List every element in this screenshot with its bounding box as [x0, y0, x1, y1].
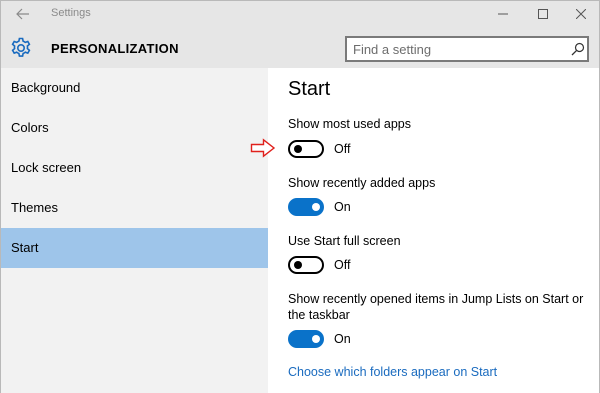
settings-window: Settings PERSONALIZATION Find a setting …: [0, 0, 600, 393]
toggle-knob: [312, 203, 320, 211]
choose-folders-link[interactable]: Choose which folders appear on Start: [288, 365, 497, 379]
toggle-state-jump-lists: On: [334, 332, 351, 346]
toggle-start-full-screen[interactable]: [288, 256, 324, 274]
minimize-icon: [498, 13, 508, 15]
maximize-button[interactable]: [529, 4, 557, 24]
maximize-icon: [538, 9, 548, 19]
toggle-recently-added-apps[interactable]: [288, 198, 324, 216]
setting-label-start-full-screen: Use Start full screen: [288, 234, 401, 248]
sidebar-item-colors[interactable]: Colors: [1, 108, 268, 148]
header-bar: PERSONALIZATION: [1, 27, 599, 68]
close-button[interactable]: [567, 4, 595, 24]
back-arrow-icon: [16, 8, 29, 20]
search-box[interactable]: [345, 36, 589, 62]
toggle-state-most-used-apps: Off: [334, 142, 351, 156]
toggle-knob: [312, 335, 320, 343]
title-bar: Settings: [1, 1, 599, 27]
window-title: Settings: [51, 7, 91, 19]
toggle-most-used-apps[interactable]: [288, 140, 324, 158]
content-pane: Start Show most used apps Off Show recen…: [268, 68, 599, 393]
page-title: PERSONALIZATION: [51, 41, 179, 56]
sidebar: Background Colors Lock screen Themes Sta…: [1, 68, 268, 393]
search-input[interactable]: [353, 41, 553, 57]
toggle-knob: [294, 261, 302, 269]
back-button[interactable]: [9, 4, 37, 24]
sidebar-item-themes[interactable]: Themes: [1, 188, 268, 228]
toggle-knob: [294, 145, 302, 153]
minimize-button[interactable]: [489, 4, 517, 24]
setting-label-recently-added-apps: Show recently added apps: [288, 176, 436, 190]
sidebar-item-lock-screen[interactable]: Lock screen: [1, 148, 268, 188]
setting-label-jump-lists: Show recently opened items in Jump Lists…: [288, 292, 584, 322]
toggle-state-recently-added-apps: On: [334, 200, 351, 214]
setting-label-most-used-apps: Show most used apps: [288, 117, 411, 131]
gear-icon: [11, 37, 31, 57]
sidebar-item-background[interactable]: Background: [1, 68, 268, 108]
section-title: Start: [288, 78, 331, 100]
toggle-jump-lists[interactable]: [288, 330, 324, 348]
toggle-state-start-full-screen: Off: [334, 258, 351, 272]
search-icon[interactable]: [571, 42, 585, 56]
close-icon: [576, 9, 586, 19]
sidebar-item-start[interactable]: Start: [1, 228, 268, 268]
red-arrow-icon: [250, 138, 276, 158]
